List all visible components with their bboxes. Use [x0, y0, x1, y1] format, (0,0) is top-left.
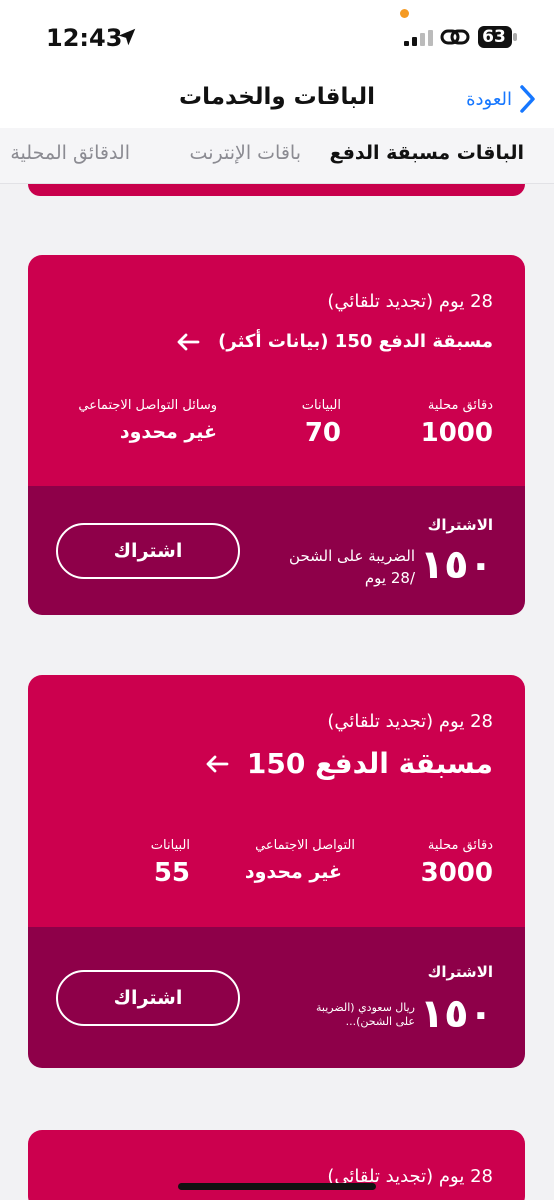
stat-value-data: 70: [304, 418, 341, 448]
tab-internet-plans[interactable]: باقات الإنترنت: [190, 142, 301, 164]
nav-header: الباقات والخدمات العودة: [0, 70, 554, 128]
price-note-line2: على الشحن)...: [345, 1015, 415, 1028]
status-bar: 12:43 63: [0, 0, 554, 70]
plan-name: مسبقة الدفع 150 (بيانات أكثر): [218, 331, 493, 352]
stat-label-minutes: دقائق محلية: [427, 398, 493, 413]
arrow-left-icon: [177, 333, 200, 350]
back-button[interactable]: العودة: [466, 80, 536, 118]
plan-renewal: 28 يوم (تجديد تلقائي): [327, 291, 493, 312]
subscribe-button[interactable]: اشتراك: [56, 523, 240, 579]
tab-local-minutes[interactable]: الدقائق المحلية: [10, 142, 130, 164]
price-note-line1: الضريبة على الشحن: [289, 547, 415, 565]
stat-label-social: التواصل الاجتماعي: [255, 838, 355, 853]
plan-price: ١٥٠: [419, 991, 493, 1037]
stat-label-social: وسائل التواصل الاجتماعي: [78, 398, 217, 413]
subscription-label: الاشتراك: [427, 516, 493, 534]
tab-prepaid-plans[interactable]: الباقات مسبقة الدفع: [329, 142, 524, 164]
price-note-line2: /28 يوم: [364, 569, 415, 587]
plan-title-row[interactable]: مسبقة الدفع 150: [205, 747, 493, 780]
category-tabs: الباقات مسبقة الدفع باقات الإنترنت الدقا…: [0, 128, 554, 184]
price-note-line1: ريال سعودي (الضريبة: [315, 1001, 415, 1014]
status-time: 12:43: [46, 24, 123, 52]
cellular-signal-icon: [404, 30, 433, 46]
plan-title-row[interactable]: مسبقة الدفع 150 (بيانات أكثر): [176, 331, 493, 352]
plan-card-details: 28 يوم (تجديد تلقائي) مسبقة الدفع 150 دق…: [28, 675, 525, 927]
privacy-dot-icon: [400, 9, 409, 18]
subscribe-button[interactable]: اشتراك: [56, 970, 240, 1026]
battery-level: 63: [482, 27, 506, 47]
stat-value-social: غير محدود: [119, 421, 217, 443]
plan-card-details: 28 يوم (تجديد تلقائي) مسبقة الدفع 150 (ب…: [28, 255, 525, 486]
arrow-left-icon: [206, 755, 229, 772]
previous-card-edge: [28, 184, 525, 196]
stat-label-minutes: دقائق محلية: [427, 838, 493, 853]
chevron-right-icon: [520, 85, 535, 113]
plan-price: ١٥٠: [419, 542, 493, 588]
stat-value-minutes: 1000: [420, 418, 493, 448]
screen: 12:43 63 الباقات والخدمات العودة الباقات…: [0, 0, 554, 1200]
subscription-label: الاشتراك: [427, 963, 493, 981]
plan-name: مسبقة الدفع 150: [246, 747, 493, 780]
location-arrow-icon: [118, 28, 136, 46]
home-indicator: [178, 1183, 376, 1190]
stat-value-data: 55: [153, 858, 190, 888]
stat-label-data: البيانات: [150, 838, 190, 853]
plan-renewal: 28 يوم (تجديد تلقائي): [327, 711, 493, 732]
back-label: العودة: [466, 88, 512, 110]
plan-card-subscribe: الاشتراك ١٥٠ ريال سعودي (الضريبة على الش…: [28, 927, 525, 1068]
stat-value-minutes: 3000: [420, 858, 493, 888]
stat-label-data: البيانات: [301, 398, 341, 413]
plan-card: 28 يوم (تجديد تلقائي) مسبقة الدفع 150 (ب…: [28, 255, 525, 615]
plan-card: 28 يوم (تجديد تلقائي) مسبقة الدفع 150 دق…: [28, 675, 525, 1068]
hotspot-link-icon: [440, 29, 470, 45]
stat-value-social: غير محدود: [244, 861, 342, 883]
plan-card-subscribe: الاشتراك ١٥٠ الضريبة على الشحن /28 يوم ا…: [28, 486, 525, 615]
